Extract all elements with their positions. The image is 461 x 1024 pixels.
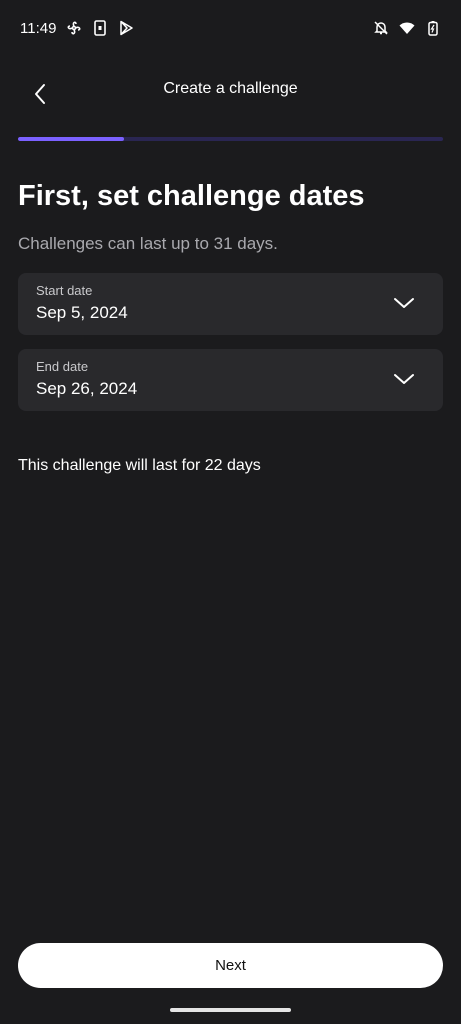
page-subtitle: Challenges can last up to 31 days. <box>18 234 278 253</box>
sim-icon <box>92 20 108 36</box>
app-header: Create a challenge <box>0 64 461 120</box>
home-indicator[interactable] <box>170 1008 291 1012</box>
chevron-down-icon <box>394 298 414 308</box>
notifications-off-icon <box>373 20 389 36</box>
next-button[interactable]: Next <box>18 943 443 988</box>
status-left: 11:49 <box>20 20 134 37</box>
start-date-value: Sep 5, 2024 <box>36 303 128 322</box>
end-date-dropdown[interactable]: End date Sep 26, 2024 <box>18 349 443 411</box>
fan-icon <box>66 20 82 36</box>
header-title: Create a challenge <box>163 80 298 97</box>
battery-icon <box>425 20 441 36</box>
status-time: 11:49 <box>20 19 57 37</box>
play-store-icon <box>118 20 134 36</box>
page-title: First, set challenge dates <box>18 180 365 212</box>
progress-bar <box>18 137 443 141</box>
progress-fill <box>18 137 125 141</box>
status-right <box>373 20 441 36</box>
status-bar: 11:49 <box>0 0 461 56</box>
end-date-value: Sep 26, 2024 <box>36 379 138 398</box>
end-date-label: End date <box>36 359 89 374</box>
start-date-label: Start date <box>36 283 93 298</box>
wifi-icon <box>399 20 415 36</box>
chevron-down-icon <box>394 374 414 384</box>
duration-text: This challenge will last for 22 days <box>18 457 261 474</box>
start-date-dropdown[interactable]: Start date Sep 5, 2024 <box>18 273 443 335</box>
